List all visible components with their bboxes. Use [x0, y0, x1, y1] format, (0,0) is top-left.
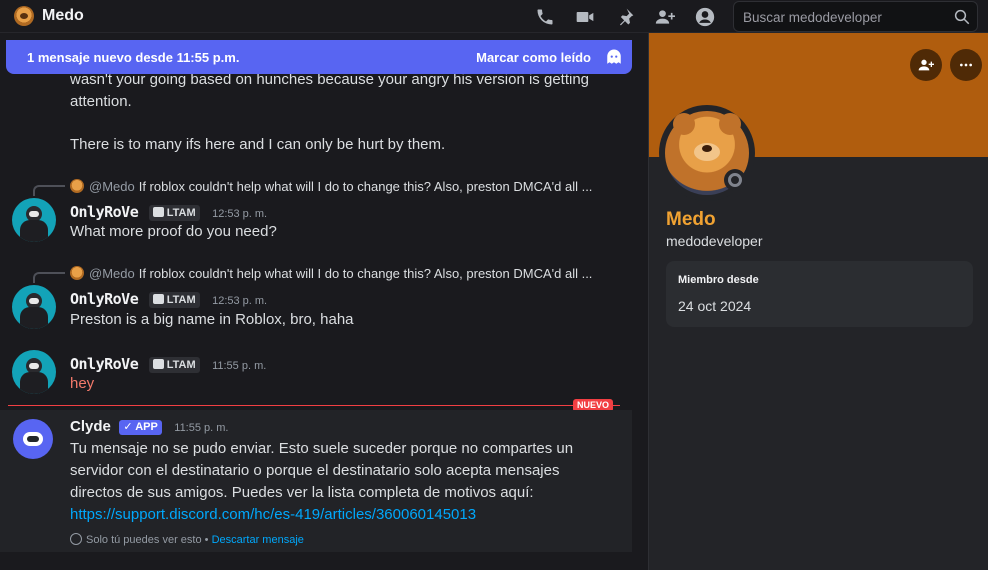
- clyde-avatar[interactable]: [13, 419, 53, 459]
- timestamp: 11:55 p. m.: [212, 360, 267, 372]
- add-friend-icon[interactable]: [654, 6, 676, 28]
- profile-username: medodeveloper: [666, 233, 763, 249]
- eye-icon: [70, 533, 82, 545]
- message-text: attention.: [70, 93, 132, 110]
- reply-avatar: [70, 179, 84, 193]
- message-text: hey: [70, 375, 95, 392]
- more-icon: [960, 63, 972, 67]
- member-since-value: 24 oct 2024: [678, 298, 752, 314]
- server-tag[interactable]: LTAM: [148, 357, 200, 373]
- offline-status-icon: [728, 173, 742, 187]
- reply-author[interactable]: @Medo: [89, 179, 135, 194]
- timestamp: 12:53 p. m.: [212, 208, 268, 220]
- reply-preview[interactable]: @Medo If roblox couldn't help what will I…: [70, 179, 592, 195]
- video-icon[interactable]: [574, 6, 596, 28]
- message-text: There is to many ifs here and I can only…: [70, 136, 446, 153]
- tag-icon: [152, 359, 164, 369]
- author-name[interactable]: OnlyRoVe: [70, 290, 139, 308]
- ephemeral-note: Solo tú puedes ver esto • Descartar mens…: [70, 533, 304, 546]
- app-badge: ✓ APP: [119, 420, 162, 435]
- reply-connector: [33, 185, 65, 196]
- reply-connector: [33, 272, 65, 283]
- avatar[interactable]: [12, 198, 56, 242]
- tag-icon: [152, 207, 164, 217]
- bear-ear: [673, 113, 695, 135]
- avatar[interactable]: [12, 350, 56, 394]
- timestamp: 12:53 p. m.: [212, 295, 268, 307]
- search-icon[interactable]: [953, 8, 971, 26]
- message-header: OnlyRoVe LTAM 11:55 p. m.: [70, 355, 266, 373]
- member-since-card: Miembro desde 24 oct 2024: [666, 261, 973, 327]
- user-profile-icon[interactable]: [694, 6, 716, 28]
- server-tag[interactable]: LTAM: [148, 292, 200, 308]
- bear-ear: [719, 113, 741, 135]
- add-friend-button[interactable]: [910, 49, 942, 81]
- new-messages-text[interactable]: 1 mensaje nuevo desde 11:55 p.m.: [27, 50, 239, 65]
- profile-panel: Medo medodeveloper Miembro desde 24 oct …: [648, 33, 988, 570]
- mark-as-read-button[interactable]: Marcar como leído: [476, 50, 591, 65]
- search-input[interactable]: Buscar medodeveloper: [743, 10, 882, 25]
- chat-area[interactable]: 1 mensaje nuevo desde 11:55 p.m. Marcar …: [0, 33, 648, 570]
- add-friend-icon: [918, 59, 934, 71]
- tag-icon: [152, 294, 164, 304]
- new-messages-divider: [8, 405, 620, 406]
- author-name[interactable]: Clyde: [70, 418, 111, 435]
- message-text: Tu mensaje no se pudo enviar. Esto suele…: [70, 440, 574, 523]
- top-bar: Medo Buscar medodeveloper: [0, 0, 988, 33]
- server-tag[interactable]: LTAM: [148, 205, 200, 221]
- timestamp: 11:55 p. m.: [174, 422, 229, 434]
- reply-text[interactable]: If roblox couldn't help what will I do t…: [139, 266, 593, 281]
- profile-display-name: Medo: [666, 209, 716, 230]
- message-header: Clyde ✓ APP 11:55 p. m.: [70, 418, 228, 436]
- support-link[interactable]: https://support.discord.com/hc/es-419/ar…: [70, 506, 476, 523]
- message-header: OnlyRoVe LTAM 12:53 p. m.: [70, 290, 267, 308]
- reply-text[interactable]: If roblox couldn't help what will I do t…: [139, 179, 593, 194]
- dm-avatar[interactable]: [14, 6, 34, 26]
- more-options-button[interactable]: [950, 49, 982, 81]
- new-messages-banner[interactable]: 1 mensaje nuevo desde 11:55 p.m. Marcar …: [6, 40, 632, 74]
- member-since-label: Miembro desde: [678, 274, 759, 286]
- reply-preview[interactable]: @Medo If roblox couldn't help what will I…: [70, 266, 592, 282]
- author-name[interactable]: OnlyRoVe: [70, 203, 139, 221]
- dismiss-message-link[interactable]: Descartar mensaje: [212, 534, 304, 546]
- call-icon[interactable]: [534, 6, 556, 28]
- message-header: OnlyRoVe LTAM 12:53 p. m.: [70, 203, 267, 221]
- message-text: Preston is a big name in Roblox, bro, ha…: [70, 311, 354, 328]
- author-name[interactable]: OnlyRoVe: [70, 355, 139, 373]
- dm-title: Medo: [42, 7, 84, 24]
- avatar[interactable]: [12, 285, 56, 329]
- search-box[interactable]: Buscar medodeveloper: [733, 1, 978, 32]
- reply-avatar: [70, 266, 84, 280]
- mark-read-icon[interactable]: [605, 48, 623, 66]
- pin-icon[interactable]: [614, 6, 636, 28]
- reply-author[interactable]: @Medo: [89, 266, 135, 281]
- bear-nose: [702, 145, 712, 152]
- message-text: What more proof do you need?: [70, 223, 277, 240]
